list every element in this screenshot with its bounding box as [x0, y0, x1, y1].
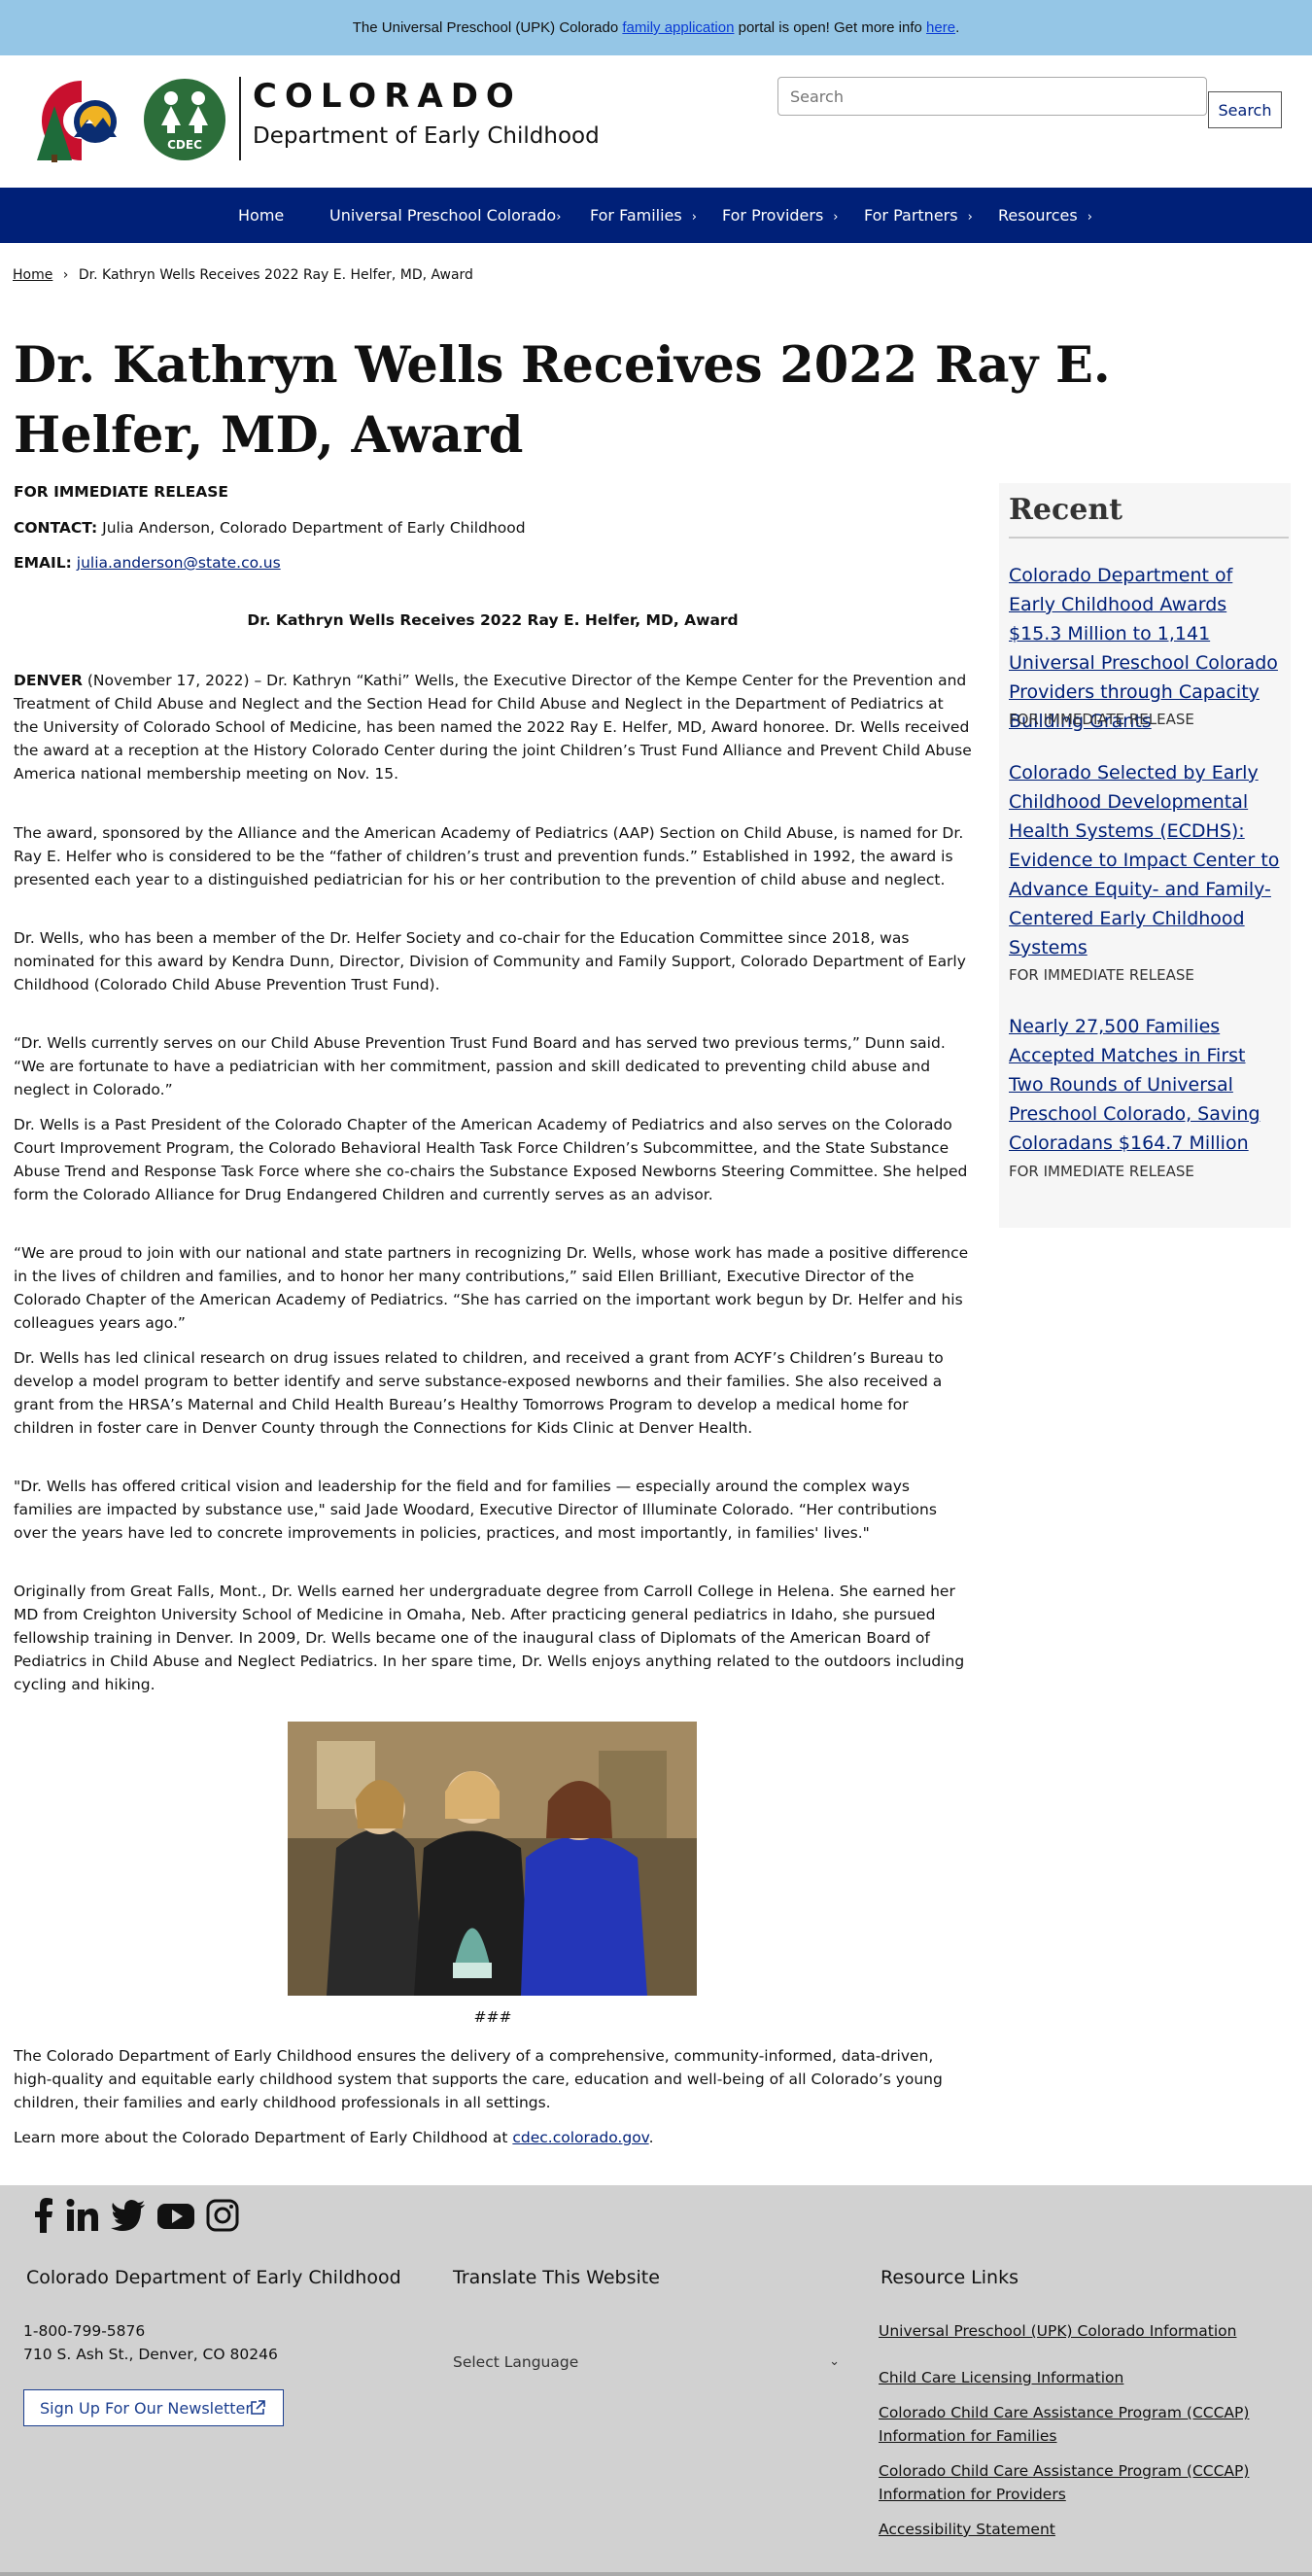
- cdec-logo-icon[interactable]: CDEC: [142, 77, 227, 162]
- recent-article-link[interactable]: Colorado Department of Early Childhood A…: [1009, 561, 1285, 736]
- facebook-icon[interactable]: [33, 2198, 54, 2233]
- cdec-website-link[interactable]: cdec.colorado.gov: [512, 2129, 648, 2146]
- resource-link[interactable]: Universal Preschool (UPK) Colorado Infor…: [879, 2319, 1287, 2343]
- chevron-right-icon: ›: [833, 210, 839, 225]
- nav-item-label: Resources: [998, 206, 1078, 225]
- learn-more-text: Learn more about the Colorado Department…: [14, 2129, 513, 2146]
- logo-divider: [239, 77, 241, 160]
- article-paragraph: “Dr. Wells currently serves on our Child…: [14, 1034, 946, 1098]
- chevron-right-icon: ›: [691, 210, 697, 225]
- chevron-right-icon: ›: [1087, 210, 1092, 225]
- site-footer: Colorado Department of Early Childhood 1…: [0, 2185, 1312, 2576]
- end-marker: ###: [473, 2008, 512, 2026]
- logo-department-text[interactable]: Department of Early Childhood: [253, 123, 600, 149]
- resource-link[interactable]: Colorado Child Care Assistance Program (…: [879, 2401, 1287, 2448]
- nav-item-label: Home: [238, 206, 285, 225]
- dateline: DENVER: [14, 672, 83, 689]
- recent-article-meta: FOR IMMEDIATE RELEASE: [1009, 711, 1194, 728]
- search-button[interactable]: Search: [1208, 91, 1282, 128]
- recent-sidebar: Recent Colorado Department of Early Chil…: [999, 483, 1291, 1228]
- twitter-icon[interactable]: [111, 2198, 146, 2233]
- nav-item-resources[interactable]: Resources ›: [998, 188, 1092, 243]
- resource-link[interactable]: Colorado Child Care Assistance Program (…: [879, 2459, 1287, 2506]
- contact-value: Julia Anderson, Colorado Department of E…: [97, 519, 526, 537]
- resource-link[interactable]: Accessibility Statement: [879, 2518, 1287, 2541]
- email-label: EMAIL:: [14, 554, 72, 572]
- article-subhead: Dr. Kathryn Wells Receives 2022 Ray E. H…: [247, 611, 739, 629]
- article-paragraph: DENVER (November 17, 2022) – Dr. Kathryn…: [14, 669, 972, 785]
- footer-phone: 1-800-799-5876: [23, 2322, 146, 2340]
- article-paragraph: The award, sponsored by the Alliance and…: [14, 824, 964, 888]
- nav-item-universal-preschool[interactable]: Universal Preschool Colorado›: [329, 188, 561, 243]
- instagram-icon[interactable]: [206, 2198, 239, 2233]
- learn-more-suffix: .: [648, 2129, 654, 2146]
- sidebar-divider: [1009, 537, 1289, 539]
- footer-cdec-heading: Colorado Department of Early Childhood: [26, 2267, 401, 2288]
- nav-item-label: For Partners: [864, 206, 958, 225]
- article-paragraph: “We are proud to join with our national …: [14, 1244, 969, 1332]
- banner-text-prefix: The Universal Preschool (UPK) Colorado: [352, 19, 623, 36]
- contact-label: CONTACT:: [14, 519, 98, 537]
- email-line: EMAIL: julia.anderson@state.co.us: [14, 554, 281, 572]
- announcement-banner: The Universal Preschool (UPK) Colorado f…: [0, 0, 1312, 55]
- recent-article-link[interactable]: Nearly 27,500 Families Accepted Matches …: [1009, 1012, 1285, 1158]
- banner-text-suffix: .: [955, 19, 960, 36]
- newsletter-label: Sign Up For Our Newsletter: [40, 2398, 252, 2418]
- breadcrumb-home-link[interactable]: Home: [13, 267, 52, 283]
- article-paragraph: "Dr. Wells has offered critical vision a…: [14, 1478, 937, 1542]
- release-label: FOR IMMEDIATE RELEASE: [14, 483, 229, 501]
- nav-item-label: Universal Preschool Colorado: [329, 206, 557, 225]
- external-link-icon: [251, 2400, 265, 2415]
- footer-translate-heading: Translate This Website: [453, 2267, 660, 2288]
- sidebar-title: Recent: [1009, 493, 1123, 527]
- article-paragraph: Dr. Wells, who has been a member of the …: [14, 929, 966, 993]
- article-paragraph: Dr. Wells is a Past President of the Col…: [14, 1116, 968, 1203]
- breadcrumb: Home › Dr. Kathryn Wells Receives 2022 R…: [13, 267, 473, 283]
- logo-colorado-text[interactable]: COLORADO: [253, 77, 522, 116]
- search-input[interactable]: [777, 77, 1207, 116]
- language-select-value: Select Language: [453, 2353, 579, 2371]
- footer-resource-heading: Resource Links: [880, 2267, 1019, 2288]
- colorado-c-logo-icon[interactable]: [27, 77, 136, 164]
- newsletter-signup-button[interactable]: Sign Up For Our Newsletter: [23, 2389, 284, 2426]
- nav-item-label: For Providers: [722, 206, 824, 225]
- email-link[interactable]: julia.anderson@state.co.us: [77, 554, 281, 572]
- article-paragraph: Dr. Wells has led clinical research on d…: [14, 1349, 944, 1437]
- banner-text-middle: portal is open! Get more info: [734, 19, 927, 36]
- award-photo: [288, 1722, 697, 1996]
- paragraph-text: (November 17, 2022) – Dr. Kathryn “Kathi…: [14, 672, 972, 783]
- youtube-icon[interactable]: [157, 2198, 194, 2233]
- family-application-link[interactable]: family application: [622, 19, 734, 36]
- nav-item-for-partners[interactable]: For Partners ›: [864, 188, 973, 243]
- breadcrumb-current: Dr. Kathryn Wells Receives 2022 Ray E. H…: [78, 267, 473, 283]
- nav-item-label: For Families: [590, 206, 682, 225]
- linkedin-icon[interactable]: [66, 2198, 99, 2233]
- chevron-down-icon: ⌄: [829, 2354, 840, 2369]
- recent-article-meta: FOR IMMEDIATE RELEASE: [1009, 966, 1194, 984]
- article-paragraph: Originally from Great Falls, Mont., Dr. …: [14, 1583, 965, 1693]
- recent-article-meta: FOR IMMEDIATE RELEASE: [1009, 1163, 1194, 1180]
- nav-item-for-providers[interactable]: For Providers ›: [722, 188, 839, 243]
- main-navigation: Home Universal Preschool Colorado› For F…: [0, 188, 1312, 243]
- footer-address: 710 S. Ash St., Denver, CO 80246: [23, 2346, 278, 2363]
- chevron-right-icon: ›: [967, 210, 973, 225]
- resource-link[interactable]: Child Care Licensing Information: [879, 2366, 1287, 2389]
- chevron-right-icon: ›: [556, 210, 562, 225]
- nav-item-for-families[interactable]: For Families ›: [590, 188, 697, 243]
- contact-line: CONTACT: Julia Anderson, Colorado Depart…: [14, 519, 526, 537]
- learn-more-paragraph: Learn more about the Colorado Department…: [14, 2126, 972, 2149]
- site-header: CDEC COLORADO Department of Early Childh…: [0, 55, 1312, 188]
- more-info-link[interactable]: here: [926, 19, 955, 36]
- recent-article-link[interactable]: Colorado Selected by Early Childhood Dev…: [1009, 758, 1285, 962]
- cdec-badge-text: CDEC: [167, 138, 202, 152]
- about-paragraph: The Colorado Department of Early Childho…: [14, 2047, 943, 2111]
- footer-bottom-divider: [0, 2572, 1312, 2576]
- nav-item-home[interactable]: Home: [238, 188, 284, 243]
- breadcrumb-separator-icon: ›: [62, 267, 69, 283]
- page-title: Dr. Kathryn Wells Receives 2022 Ray E. H…: [14, 336, 1111, 465]
- language-select[interactable]: Select Language ⌄: [453, 2345, 849, 2380]
